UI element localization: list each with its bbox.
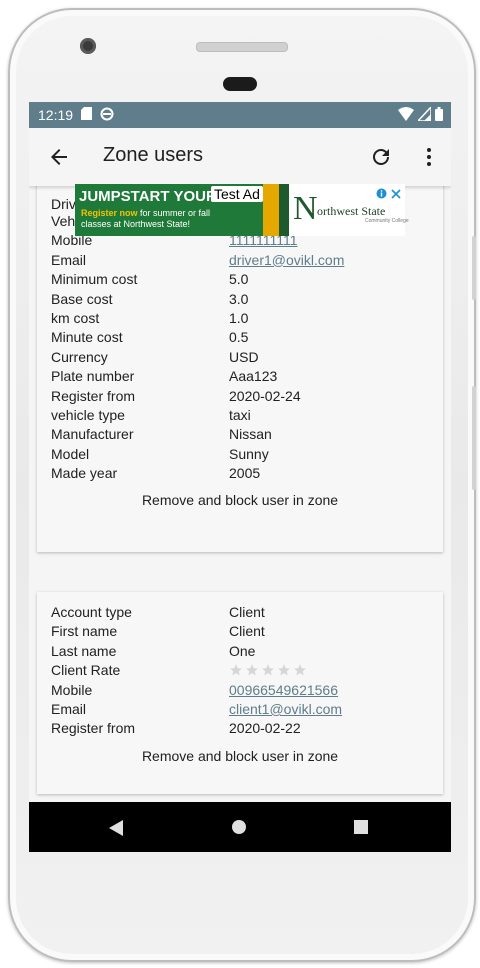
detail-row: Last name One (51, 643, 431, 662)
star-icon (246, 664, 258, 676)
detail-label: vehicle type (51, 407, 125, 423)
nav-back-icon[interactable] (109, 820, 123, 841)
signal-icon (416, 105, 432, 124)
star-icon (294, 664, 306, 676)
back-arrow-icon[interactable] (47, 145, 71, 169)
battery-icon (435, 107, 443, 124)
detail-row: Model Sunny (51, 446, 431, 465)
android-nav-bar (29, 802, 451, 852)
client-card: Account type Client First name Client Last n… (37, 592, 443, 794)
detail-row: Email client1@ovikl.com (51, 701, 431, 720)
detail-value: Client (229, 623, 265, 640)
detail-row: Minimum cost 5.0 (51, 271, 431, 290)
more-vert-icon[interactable] (417, 145, 441, 169)
detail-label: Model (51, 445, 90, 462)
detail-row: Plate number Aaa123 (51, 368, 431, 387)
detail-label: Plate number (51, 368, 135, 385)
ad-body-line1: Register now for summer or fall (81, 208, 211, 218)
detail-value: 2005 (229, 465, 261, 482)
detail-value: Nissan (229, 426, 272, 443)
detail-label: Mobile (51, 681, 93, 698)
detail-label: Account type (51, 604, 132, 620)
wifi-icon (398, 107, 414, 124)
remove-block-user-button[interactable]: Remove and block user in zone (37, 492, 443, 508)
detail-label: km cost (51, 310, 100, 326)
detail-label: Minimum cost (51, 271, 138, 288)
driver-card: Driver rate Vehicle rateMobile1111111111… (37, 186, 443, 552)
ad-body-line2: classes at Northwest State! (81, 219, 191, 229)
detail-value: 2020-02-22 (229, 720, 301, 737)
do-not-disturb-icon (100, 107, 114, 124)
detail-link[interactable]: 00966549621566 (229, 682, 338, 698)
detail-value: 1.0 (229, 310, 249, 326)
detail-row: Register from 2020-02-24 (51, 388, 431, 407)
detail-label: Minute cost (51, 329, 123, 346)
detail-value: Client (229, 604, 265, 620)
detail-label: First name (51, 623, 118, 640)
detail-value: taxi (229, 407, 251, 423)
detail-value: Aaa123 (229, 368, 278, 385)
detail-value: 5.0 (229, 271, 249, 288)
earpiece (196, 42, 288, 52)
detail-row: Client Rate (51, 662, 431, 681)
detail-link[interactable]: client1@ovikl.com (229, 701, 342, 717)
detail-label: Email (51, 251, 87, 268)
detail-row: km cost 1.0 (51, 310, 431, 329)
detail-row: vehicle type taxi (51, 407, 431, 426)
speaker-slot (223, 77, 257, 91)
star-icon (278, 664, 290, 676)
star-icon (230, 664, 242, 676)
ad-controls (376, 186, 401, 204)
detail-row: Account type Client (51, 604, 431, 623)
detail-value: 2020-02-24 (229, 387, 301, 404)
volume-button (472, 386, 476, 490)
sd-card-icon (81, 107, 93, 123)
status-bar: 12:19 (29, 102, 451, 128)
nav-recents-icon[interactable] (354, 820, 368, 834)
detail-row: Email driver1@ovikl.com (51, 252, 431, 271)
detail-row: Mobile 00966549621566 (51, 682, 431, 701)
star-icon (262, 664, 274, 676)
detail-label: Email (51, 701, 87, 717)
detail-label: Register from (51, 387, 136, 404)
ad-stripe (263, 184, 289, 236)
detail-label: Base cost (51, 290, 113, 307)
detail-row: Manufacturer Nissan (51, 426, 431, 445)
detail-value: 0.5 (229, 329, 249, 346)
detail-row: Currency USD (51, 349, 431, 368)
detail-row: Base cost 3.0 (51, 291, 431, 310)
detail-label: Currency (51, 348, 108, 365)
test-ad-badge: Test Ad (211, 186, 263, 202)
detail-row: Made year 2005 (51, 465, 431, 484)
detail-value: Sunny (229, 445, 269, 462)
rating-stars (229, 663, 307, 677)
detail-label: Last name (51, 642, 117, 659)
refresh-icon[interactable] (369, 145, 393, 169)
detail-link[interactable]: driver1@ovikl.com (229, 252, 344, 268)
nav-home-icon[interactable] (232, 820, 246, 834)
detail-label: Register from (51, 720, 136, 737)
user-list[interactable]: Driver rate Vehicle rateMobile1111111111… (29, 186, 451, 802)
remove-block-user-button[interactable]: Remove and block user in zone (37, 748, 443, 764)
ad-banner[interactable]: JUMPSTART YOUR F Register now for summer… (75, 184, 409, 236)
ad-info-icon[interactable] (376, 186, 387, 204)
detail-value: 3.0 (229, 290, 249, 307)
detail-row: Minute cost 0.5 (51, 329, 431, 348)
power-button (472, 236, 476, 300)
page-title: Zone users (103, 144, 204, 166)
detail-value: USD (229, 348, 259, 365)
screen: 12:19 Zone users JUMPSTART YOUR F Regist… (29, 102, 451, 852)
ad-close-icon[interactable] (391, 186, 401, 204)
detail-value: One (229, 642, 256, 659)
detail-row: Register from 2020-02-22 (51, 720, 431, 739)
ad-headline: JUMPSTART YOUR F (79, 188, 231, 205)
detail-label: Manufacturer (51, 426, 134, 443)
detail-label: Made year (51, 465, 118, 482)
detail-label: Client Rate (51, 662, 121, 679)
front-camera (80, 38, 96, 54)
detail-row: First name Client (51, 623, 431, 642)
app-bar: Zone users (29, 128, 451, 186)
status-time: 12:19 (38, 107, 74, 123)
